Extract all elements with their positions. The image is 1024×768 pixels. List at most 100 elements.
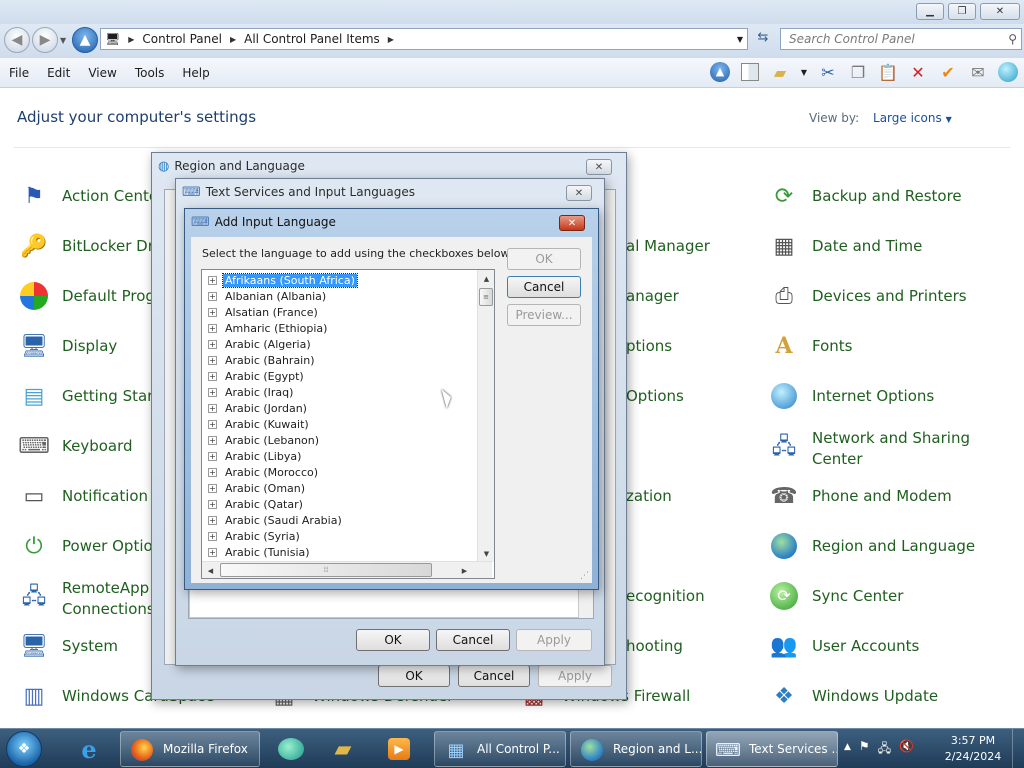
- language-tree-item[interactable]: + Arabic (Morocco): [208, 464, 320, 480]
- dialog-close-button[interactable]: ✕: [559, 215, 585, 231]
- cp-item-display[interactable]: 🖥 Display: [18, 330, 117, 362]
- show-hidden-icons-icon[interactable]: ▲: [844, 742, 851, 760]
- cp-item-action-center[interactable]: ⚑ Action Cente: [18, 180, 158, 212]
- folder-icon[interactable]: ▰: [768, 60, 792, 84]
- cp-item-backup-restore[interactable]: ⟳ Backup and Restore: [768, 180, 962, 212]
- add-cancel-button[interactable]: Cancel: [507, 276, 581, 298]
- breadcrumb-separator-icon[interactable]: ▶: [388, 35, 394, 44]
- expand-icon[interactable]: +: [208, 531, 217, 541]
- taskbar-task-region[interactable]: Region and L...: [570, 731, 702, 767]
- cp-item-remoteapp[interactable]: 🖧 RemoteApp a Connections: [18, 578, 163, 620]
- volume-muted-icon[interactable]: 🔇: [899, 739, 914, 760]
- cp-item-bitlocker[interactable]: 🔑 BitLocker Dri: [18, 230, 158, 262]
- paste-icon[interactable]: 📋: [876, 60, 900, 84]
- vertical-scrollbar[interactable]: ▲ ≡ ▼: [477, 270, 494, 562]
- taskbar-task-firefox[interactable]: Mozilla Firefox: [120, 731, 260, 767]
- dialog-close-button[interactable]: ✕: [586, 159, 612, 175]
- cp-item-system[interactable]: 🖥 System: [18, 630, 118, 662]
- delete-icon[interactable]: ✕: [906, 60, 930, 84]
- cp-item-notification-area[interactable]: ▭ Notification A: [18, 480, 164, 512]
- menu-file[interactable]: File: [0, 66, 38, 80]
- scroll-left-icon[interactable]: ◀: [202, 562, 219, 578]
- language-tree-item[interactable]: + Arabic (Tunisia): [208, 544, 312, 560]
- scroll-right-icon[interactable]: ▶: [456, 562, 473, 578]
- breadcrumb-all-items[interactable]: All Control Panel Items: [244, 32, 380, 46]
- dialog-close-button[interactable]: ✕: [566, 185, 592, 201]
- cp-item-mid-2[interactable]: anager: [626, 287, 679, 305]
- cp-item-getting-started[interactable]: ▤ Getting Start: [18, 380, 160, 412]
- panel-icon[interactable]: [738, 60, 762, 84]
- cp-item-windows-update[interactable]: ❖ Windows Update: [768, 680, 938, 712]
- expand-icon[interactable]: +: [208, 499, 217, 509]
- menu-edit[interactable]: Edit: [38, 66, 79, 80]
- cut-icon[interactable]: ✂: [816, 60, 840, 84]
- breadcrumb-separator-icon[interactable]: ▶: [230, 35, 236, 44]
- cp-item-devices-printers[interactable]: ⎙ Devices and Printers: [768, 280, 966, 312]
- expand-icon[interactable]: +: [208, 371, 217, 381]
- view-by-value[interactable]: Large icons: [873, 111, 942, 125]
- cp-item-date-time[interactable]: ▦ Date and Time: [768, 230, 923, 262]
- search-input[interactable]: Search Control Panel ⚲: [780, 28, 1022, 50]
- cp-item-default-programs[interactable]: Default Prog: [18, 280, 155, 312]
- cp-item-phone-modem[interactable]: ☎ Phone and Modem: [768, 480, 951, 512]
- preview-button[interactable]: Preview...: [507, 304, 581, 326]
- menu-help[interactable]: Help: [173, 66, 218, 80]
- history-dropdown-icon[interactable]: ▼: [60, 36, 66, 45]
- text-ok-button[interactable]: OK: [356, 629, 430, 651]
- scroll-up-icon[interactable]: ▲: [478, 270, 494, 287]
- cp-item-power-options[interactable]: ⏻ Power Optio: [18, 530, 152, 562]
- cp-item-user-accounts[interactable]: 👥 User Accounts: [768, 630, 919, 662]
- up-level-button[interactable]: ▲: [72, 27, 98, 53]
- expand-icon[interactable]: +: [208, 403, 217, 413]
- expand-icon[interactable]: +: [208, 387, 217, 397]
- language-tree-item[interactable]: + Arabic (Oman): [208, 480, 307, 496]
- breadcrumb-separator-icon[interactable]: ▶: [128, 35, 134, 44]
- search-icon[interactable]: ⚲: [1008, 32, 1017, 46]
- taskbar-task-control-panel[interactable]: ▦ All Control P...: [434, 731, 566, 767]
- globe-icon[interactable]: [996, 60, 1020, 84]
- messenger-pinned-icon[interactable]: [266, 732, 316, 766]
- expand-icon[interactable]: +: [208, 467, 217, 477]
- language-tree-item[interactable]: + Alsatian (France): [208, 304, 320, 320]
- expand-icon[interactable]: +: [208, 451, 217, 461]
- start-button[interactable]: ❖: [6, 731, 42, 767]
- mail-icon[interactable]: ✉: [966, 60, 990, 84]
- media-player-pinned-icon[interactable]: ▶: [374, 732, 424, 766]
- network-tray-icon[interactable]: 🖧: [878, 739, 891, 760]
- add-ok-button[interactable]: OK: [507, 248, 581, 270]
- expand-icon[interactable]: +: [208, 291, 217, 301]
- cp-item-sync-center[interactable]: ⟳ Sync Center: [768, 580, 903, 612]
- check-icon[interactable]: ✔: [936, 60, 960, 84]
- system-clock[interactable]: 3:57 PM 2/24/2024: [940, 733, 1006, 765]
- expand-icon[interactable]: +: [208, 323, 217, 333]
- language-tree-item[interactable]: + Arabic (Algeria): [208, 336, 313, 352]
- up-icon[interactable]: ▲: [708, 60, 732, 84]
- refresh-button[interactable]: ⇆: [752, 30, 774, 50]
- language-tree-item[interactable]: + Arabic (Saudi Arabia): [208, 512, 344, 528]
- expand-icon[interactable]: +: [208, 419, 217, 429]
- text-apply-button[interactable]: Apply: [516, 629, 592, 651]
- expand-icon[interactable]: +: [208, 547, 217, 557]
- close-button[interactable]: ✕: [980, 3, 1020, 20]
- dropdown-icon[interactable]: ▼: [798, 60, 810, 84]
- address-dropdown-icon[interactable]: ▼: [737, 35, 743, 44]
- cp-item-internet-options[interactable]: Internet Options: [768, 380, 934, 412]
- expand-icon[interactable]: +: [208, 515, 217, 525]
- expand-icon[interactable]: +: [208, 307, 217, 317]
- breadcrumb-control-panel[interactable]: Control Panel: [142, 32, 222, 46]
- resize-grip-icon[interactable]: ⋰: [580, 571, 589, 581]
- cp-item-keyboard[interactable]: ⌨ Keyboard: [18, 430, 132, 462]
- language-tree[interactable]: + Afrikaans (South Africa) + Albanian (Alba…: [201, 269, 495, 579]
- language-tree-item[interactable]: + Amharic (Ethiopia): [208, 320, 329, 336]
- taskbar-task-text-services[interactable]: ⌨ Text Services ...: [706, 731, 838, 767]
- minimize-button[interactable]: ▁: [916, 3, 944, 20]
- language-tree-item[interactable]: + Arabic (Lebanon): [208, 432, 321, 448]
- scroll-down-icon[interactable]: ▼: [478, 545, 494, 562]
- expand-icon[interactable]: +: [208, 435, 217, 445]
- address-bar[interactable]: 🖥 ▶ Control Panel ▶ All Control Panel It…: [100, 28, 748, 50]
- scroll-thumb[interactable]: ≡: [479, 288, 493, 306]
- language-tree-item[interactable]: + Arabic (Libya): [208, 448, 303, 464]
- language-tree-item[interactable]: + Afrikaans (South Africa): [208, 272, 358, 288]
- menu-tools[interactable]: Tools: [126, 66, 174, 80]
- language-tree-item[interactable]: + Arabic (Bahrain): [208, 352, 317, 368]
